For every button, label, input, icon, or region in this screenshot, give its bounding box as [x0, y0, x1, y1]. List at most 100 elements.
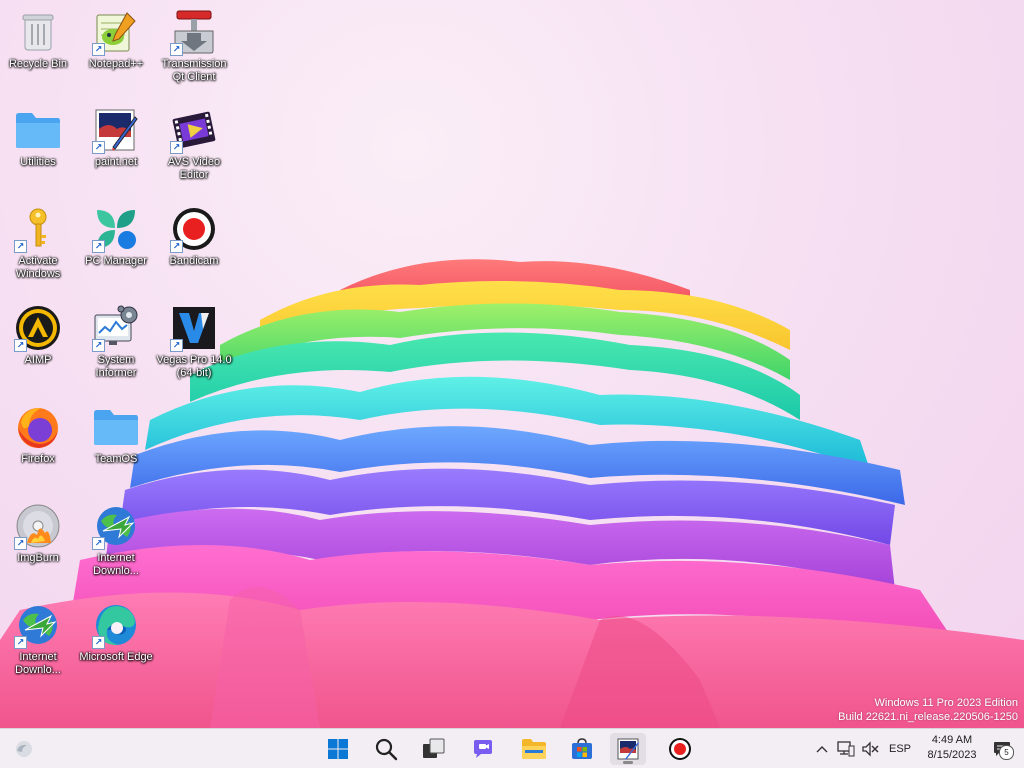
notification-count-badge: 5: [999, 745, 1014, 760]
shortcut-arrow-icon: ↗: [14, 240, 27, 253]
recycle-bin-icon: [14, 8, 62, 56]
record-icon: ↗: [170, 205, 218, 253]
desktop-icon-notepad-plus-plus[interactable]: ↗ Notepad++: [78, 8, 154, 71]
desktop-icon-label: paint.net: [94, 156, 138, 168]
desktop-icon-label: Transmission Qt Client: [161, 58, 227, 83]
shortcut-arrow-icon: ↗: [14, 636, 27, 649]
record-icon: [669, 738, 691, 760]
shortcut-arrow-icon: ↗: [170, 339, 183, 352]
task-view-icon: [423, 738, 445, 758]
shortcut-arrow-icon: ↗: [14, 537, 27, 550]
shortcut-arrow-icon: ↗: [14, 339, 27, 352]
desktop-icon-label: Recycle Bin: [8, 58, 68, 70]
desktop-icon-microsoft-edge[interactable]: ↗ Microsoft Edge: [78, 601, 154, 664]
shortcut-arrow-icon: ↗: [170, 43, 183, 56]
firefox-icon: [14, 403, 62, 451]
volume-muted-icon: [862, 741, 879, 757]
system-informer-icon: ↗: [92, 304, 140, 352]
edge-icon: ↗: [92, 601, 140, 649]
desktop-icon-label: Activate Windows: [15, 255, 61, 280]
shortcut-arrow-icon: ↗: [170, 141, 183, 154]
clock-time: 4:49 AM: [931, 734, 973, 746]
desktop-icon-aimp[interactable]: ↗ AIMP: [0, 304, 76, 367]
desktop-icon-label: AVS Video Editor: [167, 156, 221, 181]
desktop-icon-label: Utilities: [20, 156, 56, 168]
desktop-icon-label: Microsoft Edge: [79, 651, 153, 663]
watermark-build: Build 22621.ni_release.220506-1250: [838, 711, 1018, 723]
network-icon: [837, 741, 855, 757]
desktop-icon-pc-manager[interactable]: ↗ PC Manager: [78, 205, 154, 268]
folder-icon: [522, 739, 546, 759]
desktop-icon-label: ImgBurn: [17, 552, 59, 564]
desktop-icon-label: Internet Downlo...: [15, 651, 61, 676]
desktop-icon-imgburn[interactable]: ↗ ImgBurn: [0, 502, 76, 565]
desktop-icon-label: TeamOS: [94, 453, 138, 465]
task-view-button[interactable]: [416, 733, 452, 765]
desktop[interactable]: Recycle Bin Utilities ↗ Activate Windows: [0, 0, 1024, 728]
windows-logo-icon: [328, 739, 348, 759]
search-icon: [375, 738, 398, 761]
desktop-icon-label: System Informer: [95, 354, 137, 379]
desktop-icon-teamos[interactable]: TeamOS: [78, 403, 154, 466]
store-button[interactable]: [564, 733, 600, 765]
windows-build-watermark: Windows 11 Pro 2023 Edition Build 22621.…: [838, 696, 1018, 724]
desktop-icon-utilities[interactable]: Utilities: [0, 106, 76, 169]
weather-icon: [16, 741, 32, 757]
desktop-icon-label: AIMP: [24, 354, 52, 366]
shortcut-arrow-icon: ↗: [92, 240, 105, 253]
desktop-icon-bandicam[interactable]: ↗ Bandicam: [156, 205, 232, 268]
taskbar: ESP 4:49 AM 8/15/2023 5: [0, 728, 1024, 768]
desktop-icon-label: Bandicam: [169, 255, 219, 267]
download-manager-icon: ↗: [92, 502, 140, 550]
chevron-up-icon: [816, 746, 828, 753]
desktop-icon-label: Internet Downlo...: [93, 552, 139, 577]
folder-icon: [92, 403, 140, 451]
transmission-icon: ↗: [170, 8, 218, 56]
store-icon: [572, 738, 592, 759]
desktop-icon-activate-windows[interactable]: ↗ Activate Windows: [0, 205, 76, 281]
notepad-plus-plus-icon: ↗: [92, 8, 140, 56]
desktop-icon-label: Notepad++: [88, 58, 144, 70]
volume-button[interactable]: [860, 737, 880, 761]
clock[interactable]: 4:49 AM 8/15/2023: [916, 733, 988, 763]
folder-icon: [14, 106, 62, 154]
shortcut-arrow-icon: ↗: [92, 636, 105, 649]
bandicam-taskbar-button[interactable]: [662, 733, 698, 765]
desktop-icon-vegas-pro[interactable]: ↗ Vegas Pro 14.0 (64-bit): [156, 304, 232, 380]
desktop-icon-paintnet[interactable]: ↗ paint.net: [78, 106, 154, 169]
desktop-icon-avs-video-editor[interactable]: ↗ AVS Video Editor: [156, 106, 232, 182]
file-explorer-button[interactable]: [516, 733, 552, 765]
desktop-icon-transmission[interactable]: ↗ Transmission Qt Client: [156, 8, 232, 84]
desktop-icon-firefox[interactable]: Firefox: [0, 403, 76, 466]
paintnet-taskbar-button[interactable]: [610, 733, 646, 765]
desktop-icon-system-informer[interactable]: ↗ System Informer: [78, 304, 154, 380]
desktop-icon-label: Firefox: [21, 453, 55, 465]
shortcut-arrow-icon: ↗: [92, 537, 105, 550]
desktop-icon-internet-download-manager-2[interactable]: ↗ Internet Downlo...: [78, 502, 154, 578]
pc-manager-icon: ↗: [92, 205, 140, 253]
network-button[interactable]: [836, 737, 856, 761]
desktop-icon-label: PC Manager: [85, 255, 147, 267]
notification-center-button[interactable]: 5: [990, 737, 1014, 761]
chat-icon: [474, 740, 492, 758]
widgets-button[interactable]: [6, 733, 42, 765]
paintnet-icon: ↗: [92, 106, 140, 154]
language-indicator[interactable]: ESP: [886, 737, 914, 761]
desktop-icon-recycle-bin[interactable]: Recycle Bin: [0, 8, 76, 71]
start-button[interactable]: [320, 733, 356, 765]
shortcut-arrow-icon: ↗: [92, 141, 105, 154]
desktop-icon-label: Vegas Pro 14.0 (64-bit): [156, 354, 232, 379]
shortcut-arrow-icon: ↗: [92, 43, 105, 56]
aimp-icon: ↗: [14, 304, 62, 352]
shortcut-arrow-icon: ↗: [92, 339, 105, 352]
desktop-icon-internet-download-manager-1[interactable]: ↗ Internet Downlo...: [0, 601, 76, 677]
clock-date: 8/15/2023: [927, 749, 977, 761]
disc-icon: ↗: [14, 502, 62, 550]
search-button[interactable]: [368, 733, 404, 765]
chat-button[interactable]: [465, 733, 501, 765]
shortcut-arrow-icon: ↗: [170, 240, 183, 253]
show-hidden-icons-button[interactable]: [812, 737, 832, 761]
film-icon: ↗: [170, 106, 218, 154]
watermark-edition: Windows 11 Pro 2023 Edition: [874, 697, 1019, 709]
download-manager-icon: ↗: [14, 601, 62, 649]
